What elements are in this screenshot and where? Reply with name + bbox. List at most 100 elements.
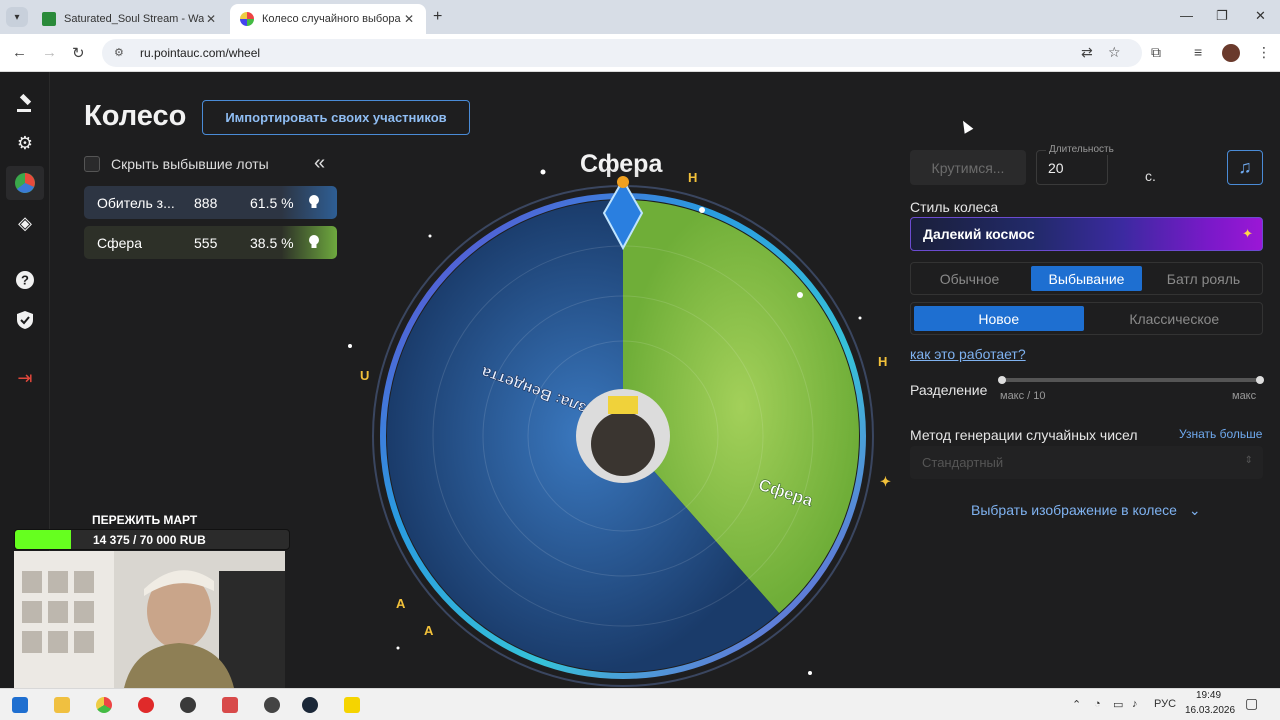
volume-icon[interactable]: ♪ — [1132, 698, 1138, 710]
learn-more-link[interactable]: Узнать больше — [1179, 427, 1262, 441]
tray-chevron-icon[interactable]: ⌃ — [1072, 698, 1081, 711]
layers-icon[interactable]: ◈ — [13, 211, 37, 235]
lot-item[interactable]: Обитель з... 888 61.5 % — [84, 186, 337, 219]
select-arrows-icon: ⇕ — [1244, 455, 1253, 466]
lot-item[interactable]: Сфера 555 38.5 % — [84, 226, 337, 259]
input-language[interactable]: РУС — [1154, 698, 1176, 710]
minimize-icon[interactable]: — — [1180, 8, 1193, 23]
wheel-style-select[interactable]: Далекий космос ✦ — [910, 217, 1263, 251]
close-tab-icon[interactable]: ✕ — [204, 12, 218, 26]
shield-check-icon[interactable] — [13, 308, 37, 332]
wheel-pie-icon[interactable] — [6, 166, 44, 200]
url-input[interactable]: ⚙ ru.pointauc.com/wheel — [102, 39, 1142, 67]
chrome-icon[interactable] — [96, 697, 112, 713]
back-icon[interactable]: ← — [12, 44, 27, 61]
browser-tab-active[interactable]: Колесо случайного выбора – Р ✕ — [230, 4, 426, 34]
hide-eliminated-checkbox[interactable] — [84, 156, 100, 172]
taskbar-time: 19:49 — [1196, 690, 1222, 701]
windows-taskbar: ⌃ ◔ ▭ ♪ РУС ▢ — [0, 688, 1280, 720]
spin-button[interactable]: Крутимся... — [910, 150, 1026, 185]
page-title: Колесо — [84, 100, 187, 132]
goal-title: ПЕРЕЖИТЬ МАРТ — [92, 513, 198, 527]
svg-text:A: A — [424, 623, 434, 638]
lightbulb-icon[interactable] — [306, 234, 322, 250]
network-icon[interactable]: ◔ — [1094, 698, 1101, 710]
start-icon[interactable] — [12, 697, 28, 713]
split-slider-handle-max[interactable] — [1256, 376, 1264, 384]
rng-method-select[interactable]: Стандартный ⇕ — [910, 446, 1263, 479]
site-info-icon[interactable]: ⚙ — [114, 46, 128, 60]
pointer-tip — [617, 176, 629, 188]
tab-favicon-icon — [240, 12, 254, 26]
obs-icon[interactable] — [180, 697, 196, 713]
logout-icon[interactable]: ⇥ — [13, 366, 37, 390]
lot-percent: 61.5 % — [250, 194, 294, 211]
reload-icon[interactable]: ↻ — [72, 44, 85, 62]
maximize-icon[interactable]: ❐ — [1216, 8, 1228, 24]
wheel-style-value: Далекий космос — [923, 226, 1035, 242]
battery-icon[interactable]: ▭ — [1113, 698, 1123, 711]
goal-progress-fill — [15, 530, 72, 549]
browser-tab[interactable]: Saturated_Soul Stream - Watch ✕ — [32, 4, 228, 34]
app-icon[interactable] — [264, 697, 280, 713]
new-tab-icon[interactable]: + — [433, 8, 442, 26]
import-participants-button[interactable]: Импортировать своих участников — [202, 100, 470, 135]
forward-icon[interactable]: → — [42, 44, 57, 61]
goal-progress-text: 14 375 / 70 000 RUB — [93, 533, 206, 547]
rng-method-value: Стандартный — [922, 455, 1004, 470]
lightbulb-icon[interactable] — [306, 194, 322, 210]
hide-eliminated-label: Скрыть выбывшие лоты — [111, 156, 269, 172]
app-icon[interactable] — [222, 697, 238, 713]
split-slider[interactable] — [1000, 378, 1262, 382]
lot-name: Обитель з... — [97, 194, 175, 211]
opera-icon[interactable] — [138, 697, 154, 713]
profile-avatar[interactable] — [1222, 44, 1240, 62]
wheel-center-face — [591, 412, 655, 476]
wheel-style-label: Стиль колеса — [910, 199, 999, 215]
wheel-center-crown — [608, 396, 638, 414]
hide-eliminated-toggle[interactable]: Скрыть выбывшие лоты — [84, 156, 269, 172]
browser-menu-icon[interactable]: ⋮ — [1257, 44, 1271, 61]
music-note-icon[interactable]: ♫ — [1227, 150, 1263, 185]
auction-gavel-icon[interactable] — [13, 91, 37, 115]
close-tab-icon[interactable]: ✕ — [402, 12, 416, 26]
mode-option-battle-royale[interactable]: Батл рояль — [1148, 266, 1259, 291]
tab-search-button[interactable]: ▾ — [6, 7, 28, 27]
help-icon[interactable]: ? — [13, 268, 37, 292]
file-explorer-icon[interactable] — [54, 697, 70, 713]
duration-unit: с. — [1145, 168, 1156, 184]
svg-text:H: H — [688, 170, 697, 185]
webcam-feed — [14, 551, 285, 688]
variant-option-classic[interactable]: Классическое — [1090, 306, 1260, 331]
settings-gear-icon[interactable]: ⚙ — [13, 131, 37, 155]
variant-option-new[interactable]: Новое — [914, 306, 1084, 331]
split-max-label: макс — [1232, 390, 1257, 402]
translate-icon[interactable]: ⇄ — [1081, 44, 1093, 61]
lot-percent: 38.5 % — [250, 234, 294, 251]
sparkle-icon: ✦ — [1242, 226, 1253, 241]
lot-amount: 555 — [194, 234, 218, 251]
address-bar: ← → ↻ ⚙ ru.pointauc.com/wheel ⇄ ☆ ⧉ ≡ ⋮ — [0, 34, 1280, 72]
duration-input[interactable] — [1036, 150, 1108, 185]
app-icon[interactable] — [344, 697, 360, 713]
choose-wheel-image-button[interactable]: Выбрать изображение в колесе ⌄ — [971, 502, 1201, 519]
notifications-icon[interactable]: ▢ — [1245, 695, 1258, 712]
tab-title: Saturated_Soul Stream - Watch — [64, 13, 204, 25]
media-controls-icon[interactable]: ≡ — [1194, 44, 1202, 60]
steam-icon[interactable] — [302, 697, 318, 713]
prize-wheel[interactable]: Обитель зла: Вендетта Сфера HHUAA✦ — [330, 168, 920, 688]
svg-text:U: U — [360, 368, 369, 383]
bookmark-star-icon[interactable]: ☆ — [1108, 44, 1121, 61]
chevron-down-icon: ⌄ — [1188, 502, 1201, 518]
duration-value: 20 — [1048, 160, 1064, 176]
mode-option-elimination[interactable]: Выбывание — [1031, 266, 1142, 291]
collapse-panel-icon[interactable]: « — [314, 152, 325, 175]
split-slider-handle-min[interactable] — [998, 376, 1006, 384]
mode-option-normal[interactable]: Обычное — [914, 266, 1025, 291]
svg-text:H: H — [878, 354, 887, 369]
taskbar-date: 16.03.2026 — [1185, 705, 1236, 716]
browser-tab-bar: ▾ Saturated_Soul Stream - Watch ✕ Колесо… — [0, 0, 1280, 34]
close-window-icon[interactable]: ✕ — [1255, 8, 1266, 24]
how-it-works-link[interactable]: как это работает? — [910, 346, 1026, 362]
extensions-icon[interactable]: ⧉ — [1151, 44, 1161, 61]
